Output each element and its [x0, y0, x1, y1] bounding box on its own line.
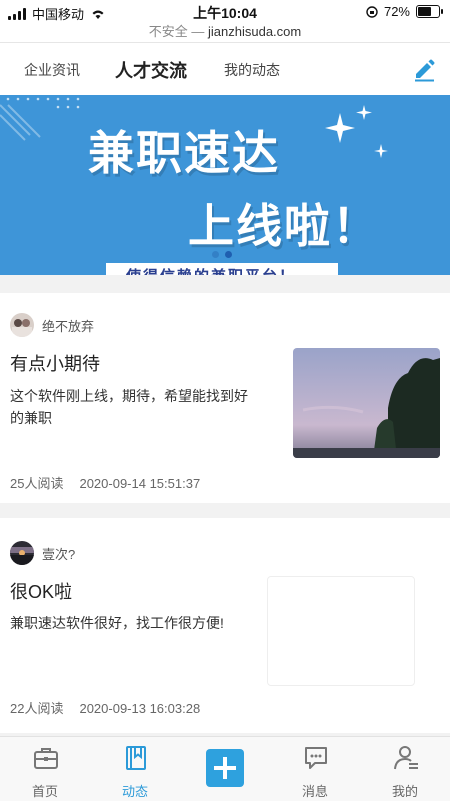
bottom-nav: 首页 动态 消息 我的 [0, 736, 450, 801]
tab-talent-exchange[interactable]: 人才交流 [115, 57, 187, 83]
message-icon [305, 747, 327, 769]
promo-banner[interactable]: 兼职速达 上线啦！ 使得信赖的兼职平台！ [0, 95, 450, 275]
briefcase-icon [34, 748, 58, 769]
battery-percent: 72% [383, 4, 410, 19]
nav-messages[interactable]: 消息 [270, 737, 360, 801]
top-tabs: 企业资讯 人才交流 我的动态 [0, 42, 450, 96]
carousel-dots [212, 251, 232, 258]
url-separator: — [187, 24, 209, 39]
battery-fill [418, 7, 431, 16]
domain-label: jianzhisuda.com [208, 24, 302, 39]
nav-profile[interactable]: 我的 [360, 737, 450, 801]
post-author: 绝不放弃 [10, 313, 94, 337]
banner-caption: 使得信赖的兼职平台！ [106, 263, 338, 275]
read-count: 22人阅读 [10, 701, 64, 716]
status-bar: 中国移动 上午10:04 不安全 — jianzhisuda.com 72% [0, 0, 450, 42]
avatar [10, 541, 34, 565]
post-date: 2020-09-13 16:03:28 [79, 701, 201, 716]
pencil-icon[interactable] [410, 55, 438, 83]
orientation-lock-icon [366, 5, 378, 18]
tab-my-updates[interactable]: 我的动态 [224, 60, 280, 80]
banner-caption-text: 使得信赖的兼职平台！ [106, 265, 338, 275]
post-body: 这个软件刚上线，期待，希望能找到好的兼职 [10, 388, 248, 426]
bookmark-book-icon [126, 746, 146, 770]
post-meta: 25人阅读 2020-09-14 15:51:37 [10, 473, 200, 492]
avatar [10, 313, 34, 337]
post-author: 壹次? [10, 541, 75, 565]
post-title[interactable]: 有点小期待 [10, 350, 100, 376]
nav-messages-label: 消息 [301, 784, 328, 799]
read-count: 25人阅读 [10, 476, 64, 491]
carousel-dot[interactable] [212, 251, 219, 258]
post-card[interactable]: 壹次? 很OK啦 兼职速达软件很好，找工作很方便! 22人阅读 2020-09-1… [0, 518, 450, 733]
banner-subheadline: 上线啦！ [188, 200, 380, 252]
nav-profile-label: 我的 [391, 784, 418, 799]
post-date: 2020-09-14 15:51:37 [79, 476, 201, 491]
address-bar[interactable]: 不安全 — jianzhisuda.com [0, 21, 450, 40]
tab-company-news[interactable]: 企业资讯 [24, 60, 80, 80]
author-name[interactable]: 绝不放弃 [42, 316, 94, 335]
nav-home[interactable]: 首页 [0, 737, 90, 801]
user-icon [394, 746, 418, 770]
post-thumbnail[interactable] [293, 348, 440, 458]
post-body: 兼职速达软件很好，找工作很方便! [10, 615, 224, 631]
nav-home-label: 首页 [31, 784, 58, 799]
nav-add[interactable] [180, 737, 270, 801]
post-card[interactable]: 绝不放弃 有点小期待 这个软件刚上线，期待，希望能找到好的兼职 25人阅读 202… [0, 293, 450, 503]
battery-icon [416, 5, 443, 18]
banner-headline: 兼职速达 [88, 127, 280, 179]
post-thumbnail[interactable] [267, 576, 415, 686]
author-name[interactable]: 壹次? [42, 544, 75, 563]
post-title[interactable]: 很OK啦 [10, 578, 72, 604]
security-label: 不安全 [148, 24, 188, 39]
carousel-dot-active[interactable] [225, 251, 232, 258]
sparkle-icon [325, 105, 388, 158]
status-right: 72% [366, 4, 443, 19]
plus-icon[interactable] [206, 749, 244, 787]
nav-updates[interactable]: 动态 [90, 737, 180, 801]
post-meta: 22人阅读 2020-09-13 16:03:28 [10, 698, 200, 717]
nav-updates-label: 动态 [121, 784, 148, 799]
